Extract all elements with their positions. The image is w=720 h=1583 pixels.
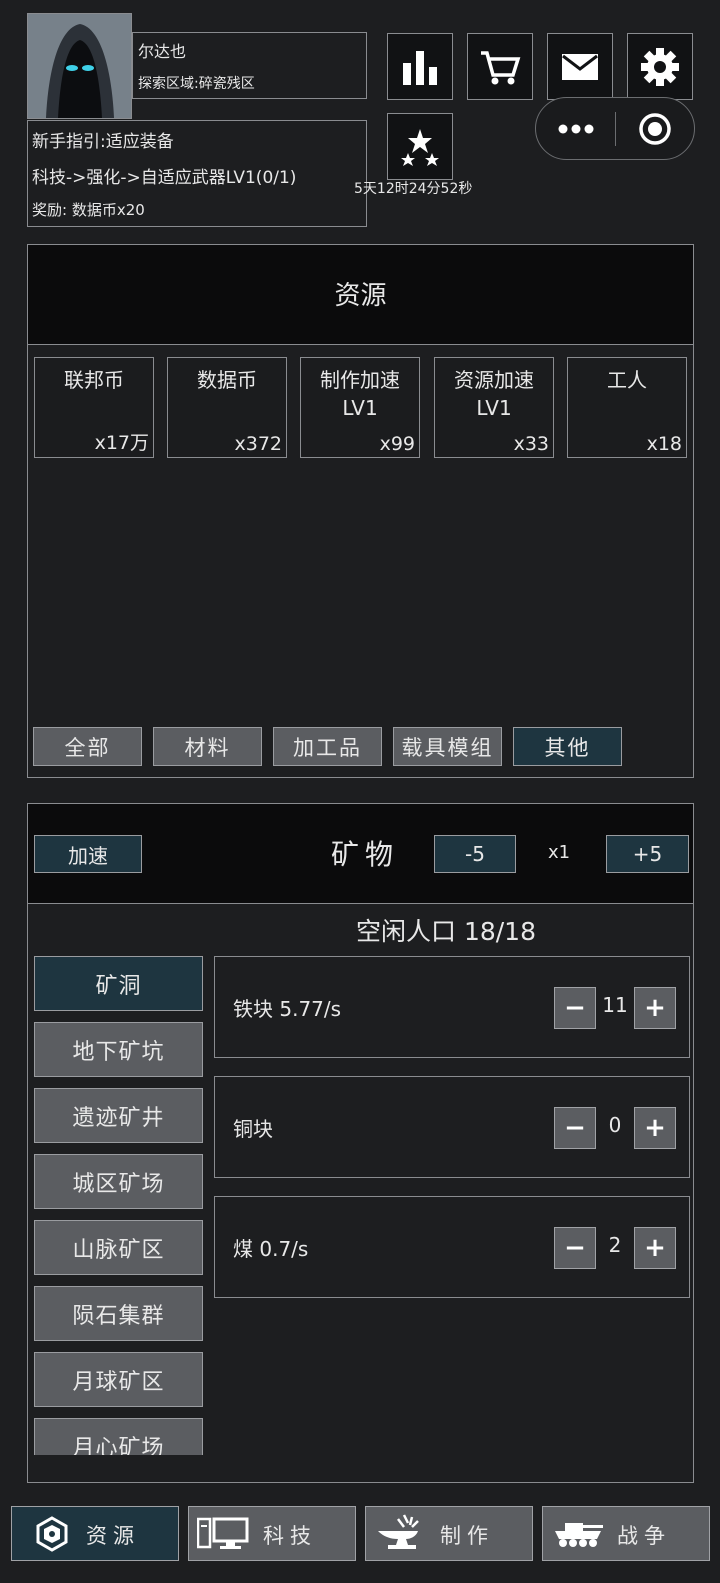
resource-card-name: 资源加速 LV1 <box>454 368 534 420</box>
avatar[interactable] <box>27 13 132 119</box>
tank-icon <box>555 1523 603 1547</box>
location-cave[interactable]: 矿洞 <box>34 956 203 1011</box>
location-mountain-mine[interactable]: 山脉矿区 <box>34 1220 203 1275</box>
tab-crafting[interactable]: 制作 <box>365 1506 533 1561</box>
player-info: 尔达也 探索区域:碎瓷残区 <box>132 32 367 99</box>
resource-card-count: x99 <box>379 433 415 455</box>
ore-name: 铁块 5.77/s <box>233 997 342 1021</box>
worker-count: 0 <box>608 1113 622 1137</box>
player-zone: 探索区域:碎瓷残区 <box>138 76 255 92</box>
resource-card-count: x33 <box>513 433 549 455</box>
location-underground-pit[interactable]: 地下矿坑 <box>34 1022 203 1077</box>
guide-box[interactable]: 新手指引:适应装备 科技->强化->自适应武器LV1(0/1) 奖励: 数据币x… <box>27 120 367 227</box>
tab-resources[interactable]: 资源 <box>11 1506 179 1561</box>
resource-card-name: 工人 <box>607 368 647 392</box>
resources-panel-title: 资源 <box>334 281 387 311</box>
resource-card-name: 制作加速 LV1 <box>320 368 400 420</box>
ore-name: 煤 0.7/s <box>233 1237 309 1261</box>
plus-five-button[interactable]: +5 <box>606 835 689 873</box>
mail-icon <box>562 53 598 80</box>
multiplier: x1 <box>548 842 571 863</box>
decrease-workers-button[interactable]: − <box>554 1107 596 1149</box>
tab-label: 资源 <box>86 1524 140 1548</box>
resource-card[interactable]: 数据币 x372 <box>167 357 287 458</box>
cart-icon <box>481 50 521 84</box>
increase-workers-button[interactable]: + <box>634 1107 676 1149</box>
stats-button[interactable] <box>387 33 453 100</box>
more-button[interactable] <box>536 98 616 159</box>
worker-count: 2 <box>608 1233 622 1257</box>
filter-materials[interactable]: 材料 <box>153 727 262 766</box>
location-lunar-mine[interactable]: 月球矿区 <box>34 1352 203 1407</box>
countdown-timer: 5天12时24分52秒 <box>354 181 473 197</box>
tab-tech[interactable]: 科技 <box>188 1506 356 1561</box>
resources-panel: 资源 <box>27 244 694 778</box>
gear-icon <box>641 47 679 86</box>
location-urban-mine[interactable]: 城区矿场 <box>34 1154 203 1209</box>
location-lunar-core-mine[interactable]: 月心矿场 <box>34 1418 203 1455</box>
player-name: 尔达也 <box>138 42 187 61</box>
filter-all[interactable]: 全部 <box>33 727 142 766</box>
resource-card[interactable]: 工人 x18 <box>567 357 687 458</box>
mail-button[interactable] <box>547 33 613 100</box>
location-meteor-cluster[interactable]: 陨石集群 <box>34 1286 203 1341</box>
capsule-menu <box>535 97 695 160</box>
ore-row-iron: 铁块 5.77/s − 11 + <box>214 956 690 1058</box>
ore-icon <box>36 1516 68 1552</box>
star-icon <box>401 128 439 166</box>
tab-label: 战争 <box>617 1524 671 1548</box>
increase-workers-button[interactable]: + <box>634 1227 676 1269</box>
stats-icon <box>403 50 437 85</box>
filter-vehicle-modules[interactable]: 载具模组 <box>393 727 502 766</box>
resource-card[interactable]: 制作加速 LV1 x99 <box>300 357 420 458</box>
guide-title: 新手指引:适应装备 <box>32 132 174 152</box>
resources-panel-header: 资源 <box>28 245 693 345</box>
ore-name: 铜块 <box>233 1117 273 1141</box>
rating-button[interactable] <box>387 113 453 180</box>
tab-war[interactable]: 战争 <box>542 1506 710 1561</box>
shop-button[interactable] <box>467 33 533 100</box>
speedup-button[interactable]: 加速 <box>34 835 142 873</box>
location-ruin-shaft[interactable]: 遗迹矿井 <box>34 1088 203 1143</box>
resource-card-count: x18 <box>646 433 682 455</box>
settings-button[interactable] <box>627 33 693 100</box>
anvil-icon <box>378 1514 419 1549</box>
worker-count: 11 <box>602 993 628 1017</box>
resource-card[interactable]: 资源加速 LV1 x33 <box>434 357 554 458</box>
ore-row-coal: 煤 0.7/s − 2 + <box>214 1196 690 1298</box>
resource-card[interactable]: 联邦币 x17万 <box>34 357 154 458</box>
decrease-workers-button[interactable]: − <box>554 1227 596 1269</box>
filter-processed[interactable]: 加工品 <box>273 727 382 766</box>
resource-card-name: 联邦币 <box>64 368 124 392</box>
record-icon <box>639 112 671 145</box>
increase-workers-button[interactable]: + <box>634 987 676 1029</box>
resource-card-count: x372 <box>234 433 282 455</box>
minus-five-button[interactable]: -5 <box>434 835 516 873</box>
guide-task: 科技->强化->自适应武器LV1(0/1) <box>32 168 297 188</box>
hooded-figure-icon <box>28 14 131 118</box>
ore-row-copper: 铜块 − 0 + <box>214 1076 690 1178</box>
mining-panel-title: 矿物 <box>331 838 400 871</box>
tab-label: 制作 <box>440 1524 494 1548</box>
filter-other[interactable]: 其他 <box>513 727 622 766</box>
resource-card-name: 数据币 <box>197 368 257 392</box>
computer-icon <box>197 1517 249 1549</box>
idle-population: 空闲人口 18/18 <box>356 917 536 946</box>
location-list[interactable]: 矿洞 地下矿坑 遗迹矿井 城区矿场 山脉矿区 陨石集群 月球矿区 月心矿场 <box>0 950 210 1455</box>
tab-label: 科技 <box>263 1524 317 1548</box>
resource-card-count: x17万 <box>94 432 149 454</box>
more-icon <box>558 124 594 133</box>
decrease-workers-button[interactable]: − <box>554 987 596 1029</box>
guide-reward: 奖励: 数据币x20 <box>32 201 145 219</box>
close-program-button[interactable] <box>616 98 694 159</box>
